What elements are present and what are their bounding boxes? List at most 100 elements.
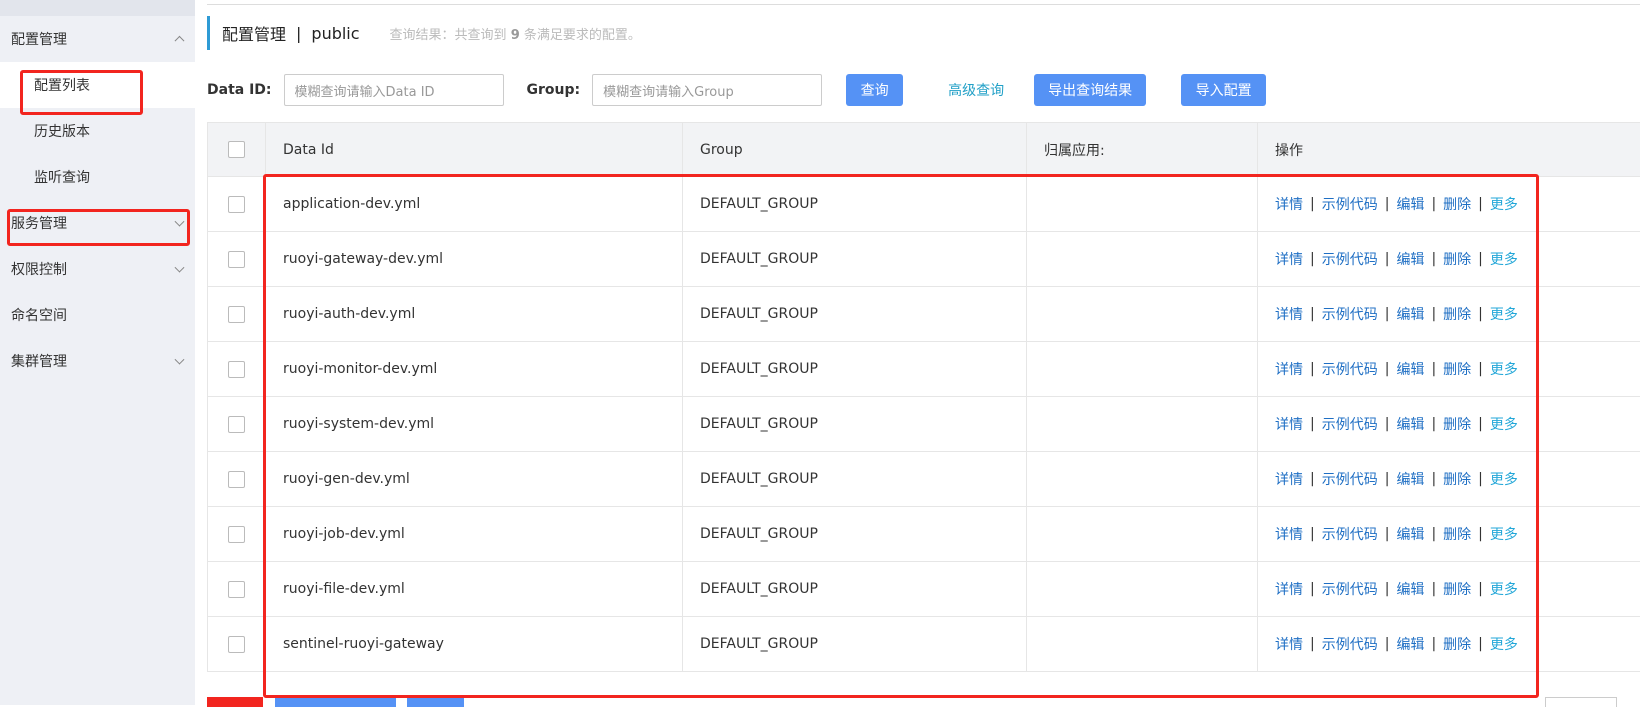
edit-link[interactable]: 编辑 bbox=[1396, 524, 1424, 544]
table-row: ruoyi-gateway-dev.yml DEFAULT_GROUP 详情 | 示例代… bbox=[208, 232, 1640, 287]
sample-code-link[interactable]: 示例代码 bbox=[1322, 194, 1378, 214]
more-link[interactable]: 更多 bbox=[1490, 304, 1518, 324]
sample-code-link[interactable]: 示例代码 bbox=[1322, 469, 1378, 489]
edit-link[interactable]: 编辑 bbox=[1396, 249, 1424, 269]
delete-link[interactable]: 删除 bbox=[1443, 579, 1471, 599]
sidebar: 配置管理 配置列表 历史版本 监听查询 服务管理 权限控制 命名空间 集群管理 bbox=[0, 0, 195, 705]
detail-link[interactable]: 详情 bbox=[1275, 194, 1303, 214]
detail-link[interactable]: 详情 bbox=[1275, 249, 1303, 269]
delete-selected-button[interactable] bbox=[207, 697, 263, 707]
detail-link[interactable]: 详情 bbox=[1275, 579, 1303, 599]
delete-link[interactable]: 删除 bbox=[1443, 359, 1471, 379]
row-checkbox[interactable] bbox=[228, 195, 245, 213]
delete-link[interactable]: 删除 bbox=[1443, 414, 1471, 434]
op-separator: | bbox=[1431, 526, 1437, 542]
query-result-text: 查询结果：共查询到 9 条满足要求的配置。 bbox=[390, 24, 641, 43]
more-link[interactable]: 更多 bbox=[1490, 524, 1518, 544]
cell-ops: 详情 | 示例代码 | 编辑 | 删除 | 更多 bbox=[1258, 507, 1640, 561]
sample-code-link[interactable]: 示例代码 bbox=[1322, 304, 1378, 324]
sidebar-item-listen-query[interactable]: 监听查询 bbox=[0, 154, 195, 200]
cell-data-id: ruoyi-gen-dev.yml bbox=[266, 452, 683, 506]
detail-link[interactable]: 详情 bbox=[1275, 304, 1303, 324]
row-checkbox[interactable] bbox=[228, 360, 245, 378]
menu-group-config[interactable]: 配置管理 bbox=[0, 16, 195, 62]
advanced-query-link[interactable]: 高级查询 bbox=[948, 80, 1004, 100]
sidebar-item-config-list[interactable]: 配置列表 bbox=[0, 62, 195, 108]
op-separator: | bbox=[1384, 306, 1390, 322]
delete-link[interactable]: 删除 bbox=[1443, 634, 1471, 654]
op-separator: | bbox=[1431, 581, 1437, 597]
edit-link[interactable]: 编辑 bbox=[1396, 634, 1424, 654]
menu-group-cluster-label: 集群管理 bbox=[11, 354, 67, 370]
detail-link[interactable]: 详情 bbox=[1275, 524, 1303, 544]
bulk-action-button-2[interactable] bbox=[407, 697, 464, 707]
header-group[interactable]: Group bbox=[683, 123, 1027, 176]
cell-group: DEFAULT_GROUP bbox=[683, 287, 1027, 341]
row-checkbox[interactable] bbox=[228, 470, 245, 488]
row-checkbox-cell bbox=[208, 452, 266, 506]
edit-link[interactable]: 编辑 bbox=[1396, 359, 1424, 379]
op-separator: | bbox=[1310, 361, 1315, 377]
detail-link[interactable]: 详情 bbox=[1275, 634, 1303, 654]
header-data-id[interactable]: Data Id bbox=[266, 123, 683, 176]
more-link[interactable]: 更多 bbox=[1490, 469, 1518, 489]
sample-code-link[interactable]: 示例代码 bbox=[1322, 359, 1378, 379]
edit-link[interactable]: 编辑 bbox=[1396, 414, 1424, 434]
op-separator: | bbox=[1478, 416, 1483, 432]
cell-group: DEFAULT_GROUP bbox=[683, 452, 1027, 506]
sample-code-link[interactable]: 示例代码 bbox=[1322, 414, 1378, 434]
group-search-input[interactable]: 模糊查询请输入Group bbox=[592, 74, 823, 106]
row-checkbox-cell bbox=[208, 507, 266, 561]
more-link[interactable]: 更多 bbox=[1490, 634, 1518, 654]
menu-group-service[interactable]: 服务管理 bbox=[0, 200, 195, 246]
dataid-search-input[interactable]: 模糊查询请输入Data ID bbox=[283, 74, 504, 106]
menu-group-namespace[interactable]: 命名空间 bbox=[0, 292, 195, 338]
sidebar-item-label: 配置列表 bbox=[34, 78, 90, 94]
detail-link[interactable]: 详情 bbox=[1275, 359, 1303, 379]
delete-link[interactable]: 删除 bbox=[1443, 469, 1471, 489]
row-checkbox[interactable] bbox=[228, 250, 245, 268]
more-link[interactable]: 更多 bbox=[1490, 249, 1518, 269]
row-checkbox[interactable] bbox=[228, 415, 245, 433]
top-divider bbox=[207, 0, 1640, 5]
delete-link[interactable]: 删除 bbox=[1443, 194, 1471, 214]
more-link[interactable]: 更多 bbox=[1490, 579, 1518, 599]
op-separator: | bbox=[1431, 416, 1437, 432]
op-separator: | bbox=[1478, 636, 1483, 652]
detail-link[interactable]: 详情 bbox=[1275, 469, 1303, 489]
sample-code-link[interactable]: 示例代码 bbox=[1322, 524, 1378, 544]
select-all-checkbox[interactable] bbox=[228, 141, 245, 158]
row-checkbox[interactable] bbox=[228, 635, 245, 653]
delete-link[interactable]: 删除 bbox=[1443, 249, 1471, 269]
more-link[interactable]: 更多 bbox=[1490, 359, 1518, 379]
import-config-button[interactable]: 导入配置 bbox=[1181, 74, 1267, 106]
sample-code-link[interactable]: 示例代码 bbox=[1322, 634, 1378, 654]
menu-group-service-label: 服务管理 bbox=[11, 216, 67, 232]
menu-group-auth[interactable]: 权限控制 bbox=[0, 246, 195, 292]
edit-link[interactable]: 编辑 bbox=[1396, 579, 1424, 599]
export-results-button[interactable]: 导出查询结果 bbox=[1034, 74, 1147, 106]
table-header-row: Data Id Group 归属应用: 操作 bbox=[208, 122, 1640, 177]
query-button[interactable]: 查询 bbox=[846, 74, 904, 106]
delete-link[interactable]: 删除 bbox=[1443, 304, 1471, 324]
sample-code-link[interactable]: 示例代码 bbox=[1322, 579, 1378, 599]
row-checkbox[interactable] bbox=[228, 305, 245, 323]
detail-link[interactable]: 详情 bbox=[1275, 414, 1303, 434]
pagination-control[interactable] bbox=[1545, 697, 1617, 707]
menu-group-cluster[interactable]: 集群管理 bbox=[0, 338, 195, 384]
sample-code-link[interactable]: 示例代码 bbox=[1322, 249, 1378, 269]
cell-group: DEFAULT_GROUP bbox=[683, 342, 1027, 396]
row-checkbox[interactable] bbox=[228, 580, 245, 598]
edit-link[interactable]: 编辑 bbox=[1396, 304, 1424, 324]
more-link[interactable]: 更多 bbox=[1490, 194, 1518, 214]
delete-link[interactable]: 删除 bbox=[1443, 524, 1471, 544]
header-checkbox-cell bbox=[208, 123, 266, 176]
cell-ops: 详情 | 示例代码 | 编辑 | 删除 | 更多 bbox=[1258, 342, 1640, 396]
more-link[interactable]: 更多 bbox=[1490, 414, 1518, 434]
sidebar-item-history[interactable]: 历史版本 bbox=[0, 108, 195, 154]
edit-link[interactable]: 编辑 bbox=[1396, 194, 1424, 214]
row-checkbox[interactable] bbox=[228, 525, 245, 543]
edit-link[interactable]: 编辑 bbox=[1396, 469, 1424, 489]
op-separator: | bbox=[1431, 361, 1437, 377]
bulk-action-button[interactable] bbox=[275, 697, 396, 707]
